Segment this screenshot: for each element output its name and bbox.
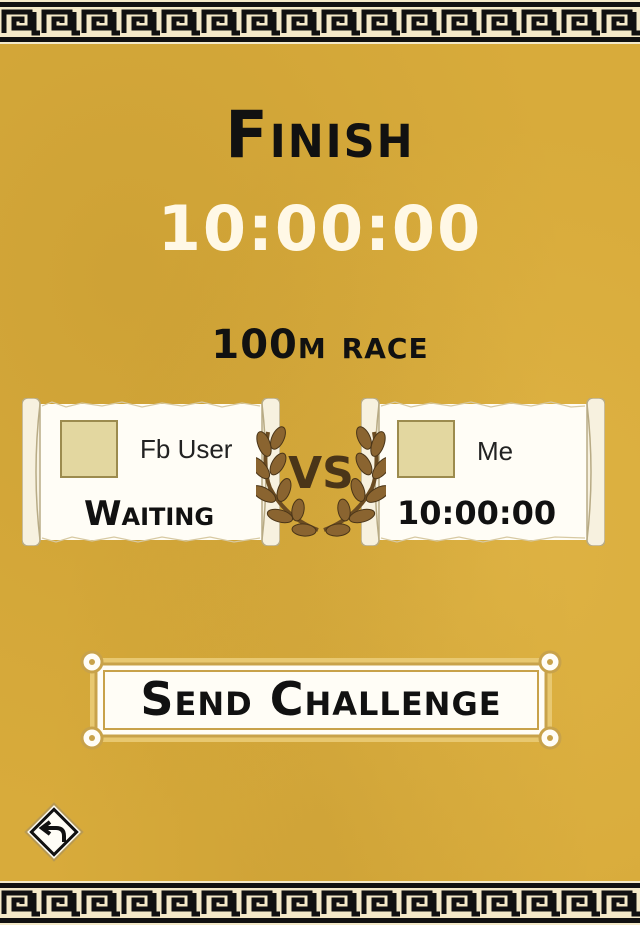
opponent-name: Fb User bbox=[140, 434, 233, 464]
finish-title: Finish bbox=[225, 96, 415, 173]
opponent-status: Waiting bbox=[84, 494, 215, 534]
player-time: 10:00:00 bbox=[397, 494, 557, 532]
back-button[interactable] bbox=[20, 798, 88, 866]
back-arrow-icon bbox=[24, 802, 84, 862]
greek-key-border-top bbox=[0, 0, 640, 44]
opponent-avatar bbox=[60, 420, 118, 478]
send-challenge-label: Send Challenge bbox=[140, 672, 502, 726]
finish-time: 10:00:00 bbox=[157, 192, 483, 265]
player-card: Me 10:00:00 bbox=[361, 398, 605, 546]
laurel-wreath-icon: VS bbox=[249, 426, 393, 537]
player-avatar bbox=[397, 420, 455, 478]
race-name: 100m race bbox=[211, 322, 429, 368]
versus-emblem: VS bbox=[249, 418, 393, 538]
player-name: Me bbox=[477, 436, 514, 466]
versus-label: VS bbox=[288, 448, 354, 499]
opponent-card: Fb User Waiting bbox=[22, 398, 280, 546]
send-challenge-button[interactable]: Send Challenge bbox=[78, 648, 564, 752]
greek-key-border-bottom bbox=[0, 881, 640, 925]
